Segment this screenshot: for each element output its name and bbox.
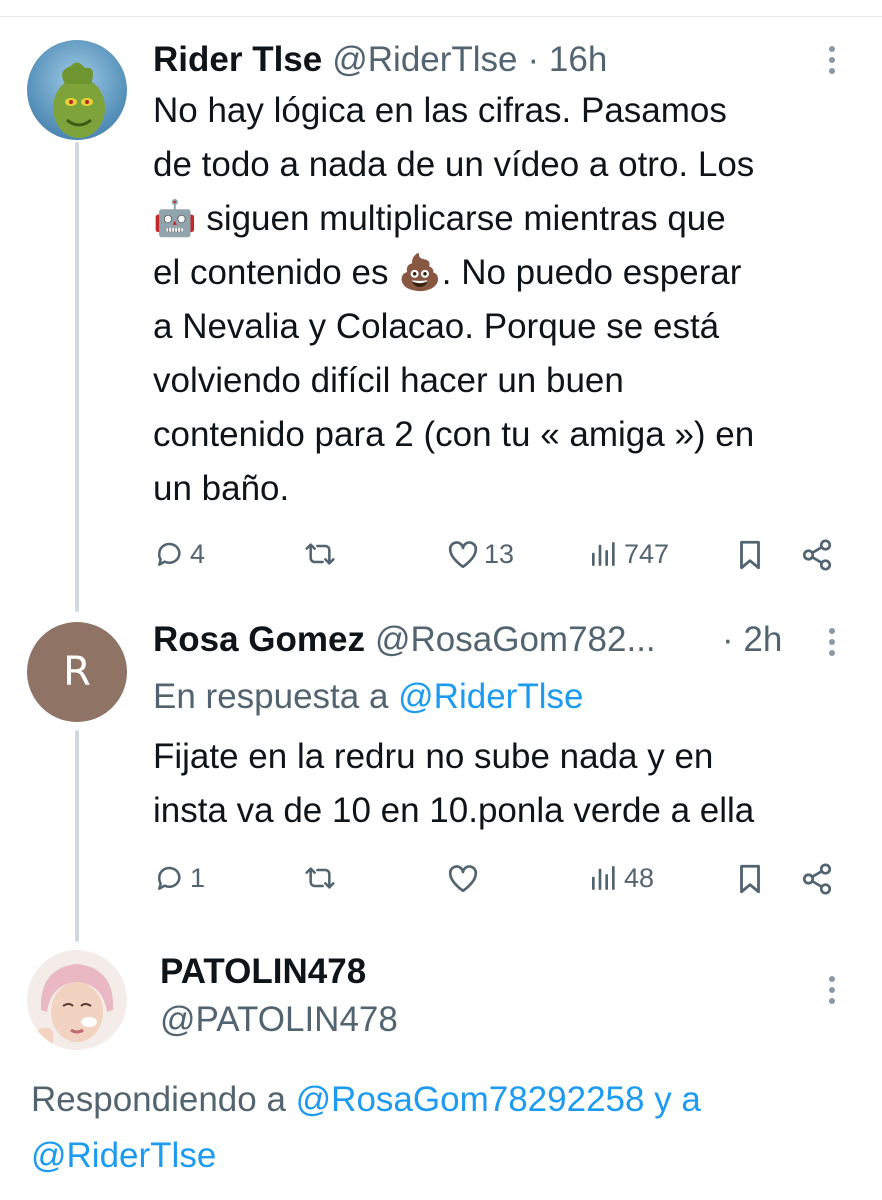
grinch-avatar-icon [27,40,127,140]
tweet-text-line: el contenido es 💩. No puedo esperar [153,246,853,300]
reply-icon [157,866,181,890]
mention-link[interactable]: @RiderTlse [398,677,583,716]
avatar-initial: R [63,649,91,695]
replying-to-joiner: y a [644,1080,701,1119]
more-options-icon[interactable] [827,46,837,79]
replying-to: Respondiendo a @RosaGom78292258 y a @Rid… [31,1072,851,1184]
timestamp[interactable]: · 16h [528,40,608,80]
reply-count: 1 [190,862,206,893]
thread-line [75,730,79,942]
mention-link[interactable]: @RosaGom78292258 [296,1080,645,1119]
bookmark-icon [740,540,760,570]
avatar[interactable]: R [27,622,127,722]
poop-emoji-icon: 💩 [398,253,442,292]
tweet-text-line: Fijate en la redru no sube nada y en [153,737,714,776]
heart-icon [448,541,478,569]
mention-link[interactable]: @RiderTlse [31,1136,216,1175]
share-button[interactable] [800,862,834,896]
tweet-text-line: a Nevalia y Colacao. Porque se está [153,307,720,346]
more-options-icon[interactable] [827,628,837,661]
bookmark-button[interactable] [735,862,765,896]
tweet1-header: Rider Tlse @RiderTlse · 16h [153,38,607,82]
bookmark-icon [740,864,760,894]
retweet-icon [305,543,335,565]
tweet-text-line: de todo a nada de un vídeo a otro. Los [153,145,755,184]
replying-to-line: Respondiendo a @RosaGom78292258 y a [31,1072,851,1128]
author-name[interactable]: Rosa Gomez [153,620,365,660]
share-icon [802,863,832,895]
like-button[interactable] [446,862,480,894]
bookmark-button[interactable] [735,538,765,572]
tweet-text-line: un baño. [153,469,290,508]
reply-icon [157,542,181,566]
analytics-icon [592,866,615,890]
views-button[interactable]: 747 [588,538,669,570]
author-name[interactable]: Rider Tlse [153,40,322,80]
reply-count: 4 [190,538,206,569]
retweet-icon [305,867,335,889]
like-button[interactable]: 13 [446,538,514,570]
author-name[interactable]: PATOLIN478 [160,950,366,994]
author-handle[interactable]: @RosaGom782... [375,620,656,660]
reply-context: En respuesta a @RiderTlse [153,670,853,724]
tweet-text-line: contenido para 2 (con tu « amiga ») en [153,415,755,454]
author-handle[interactable]: @PATOLIN478 [160,998,398,1042]
tweet-text-line: insta va de 10 en 10.ponla verde a ella [153,791,755,830]
reply-button[interactable]: 4 [154,538,205,570]
share-icon [802,539,832,571]
replying-to-label: Respondiendo a [31,1080,296,1119]
tweet2-header: Rosa Gomez @RosaGom782... [153,618,656,662]
replying-to-line: @RiderTlse [31,1128,851,1184]
woman-pink-hat-avatar-icon [27,950,127,1050]
top-divider [0,0,882,17]
robot-emoji-icon: 🤖 [153,199,197,238]
tweet-text-segment: siguen multiplicarse mientras que [196,199,726,238]
reply-button[interactable]: 1 [154,862,205,894]
view-count: 747 [624,538,670,569]
author-handle[interactable]: @RiderTlse [332,40,517,80]
reply-context-label: En respuesta a [153,677,399,716]
tweet-text-line: 🤖 siguen multiplicarse mientras que [153,192,853,246]
share-button[interactable] [800,538,834,572]
avatar[interactable] [27,40,127,140]
analytics-icon [592,542,615,566]
heart-icon [448,865,478,893]
retweet-button[interactable] [302,862,338,894]
tweet1-text: No hay lógica en las cifras. Pasamos de … [153,84,853,516]
thread-line [75,142,79,612]
tweet-text-line: No hay lógica en las cifras. Pasamos [153,91,727,130]
tweet2-text: Fijate en la redru no sube nada y en ins… [153,730,853,838]
retweet-button[interactable] [302,538,338,570]
timestamp[interactable]: · 2h [722,618,782,662]
more-options-icon[interactable] [827,976,837,1009]
like-count: 13 [484,538,515,569]
tweet-text-segment: . No puedo esperar [441,253,742,292]
view-count: 48 [624,862,655,893]
tweet-text-line: volviendo difícil hacer un buen [153,361,624,400]
avatar[interactable] [27,950,127,1050]
views-button[interactable]: 48 [588,862,654,894]
tweet-text-segment: el contenido es [153,253,399,292]
